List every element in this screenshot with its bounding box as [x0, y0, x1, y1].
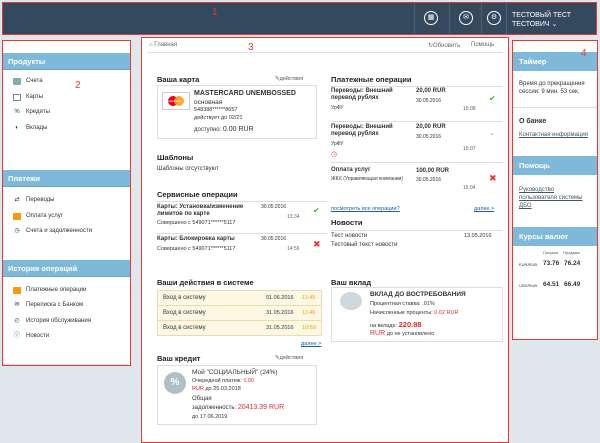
annotation-1: 1: [212, 7, 218, 18]
chevron-down-icon: ⌄: [551, 21, 558, 28]
top-divider: [506, 3, 507, 34]
annotation-3: 3: [248, 42, 254, 53]
gear-icon[interactable]: ⚙: [487, 11, 501, 25]
top-divider: [481, 3, 482, 34]
top-bar: ▦ ✉ ⚙ ТЕСТОВЫЙ ТЕСТ ТЕСТОВИЧ ⌄: [2, 2, 597, 35]
annotation-2: 2: [75, 80, 81, 91]
top-divider: [414, 3, 415, 34]
highlight-box-4: [512, 40, 598, 340]
user-name-line1: ТЕСТОВЫЙ ТЕСТ: [512, 12, 572, 19]
highlight-box-2: [2, 40, 131, 366]
annotation-4: 4: [581, 48, 587, 59]
user-menu[interactable]: ТЕСТОВЫЙ ТЕСТ ТЕСТОВИЧ ⌄: [512, 11, 571, 29]
calculator-icon[interactable]: ▦: [424, 11, 438, 25]
highlight-box-3: [141, 37, 509, 443]
user-name-line2: ТЕСТОВИЧ ⌄: [512, 21, 558, 28]
top-divider: [449, 3, 450, 34]
mail-icon[interactable]: ✉: [459, 11, 473, 25]
